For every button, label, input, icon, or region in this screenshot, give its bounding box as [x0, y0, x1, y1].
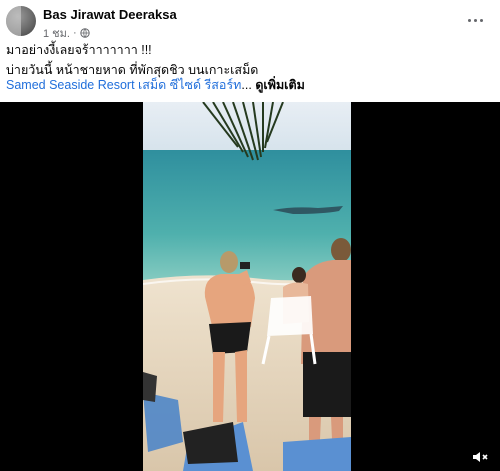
avatar[interactable] — [6, 6, 36, 36]
video-frame[interactable] — [143, 102, 351, 471]
beach-scene — [143, 102, 351, 471]
globe-icon[interactable] — [79, 28, 90, 38]
more-options-icon[interactable] — [466, 11, 484, 29]
post-meta: 1 ชม. · — [43, 24, 90, 42]
ellipsis: ... — [241, 78, 252, 92]
post-text-line2: บ่ายวันนี้ หน้าชายหาด ที่พักสุดชิว บนเกา… — [6, 63, 259, 77]
author-name[interactable]: Bas Jirawat Deeraksa — [43, 7, 177, 22]
post-header: Bas Jirawat Deeraksa 1 ชม. · — [0, 0, 500, 40]
post-time[interactable]: 1 ชม. — [43, 24, 70, 42]
location-link[interactable]: Samed Seaside Resort เสม็ด ซีไซด์ รีสอร์… — [6, 78, 241, 92]
meta-separator: · — [72, 27, 77, 39]
see-more-link[interactable]: ดูเพิ่มเติม — [255, 78, 305, 92]
phone — [240, 262, 250, 269]
post-text-line1: มาอย่างงี้เลยจร้าาาาาาา !!! — [6, 43, 152, 57]
video-player[interactable] — [0, 102, 500, 471]
post-text-line3: Samed Seaside Resort เสม็ด ซีไซด์ รีสอร์… — [6, 78, 494, 93]
volume-muted-icon[interactable] — [470, 447, 490, 467]
woman-head — [220, 251, 238, 273]
